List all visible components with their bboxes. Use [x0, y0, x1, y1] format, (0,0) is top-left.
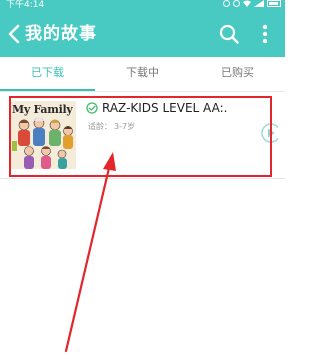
status-bar: 下午4:14: [0, 0, 285, 11]
status-time: 下午4:14: [6, 0, 45, 10]
more-icon[interactable]: [260, 23, 270, 45]
signal-icon: [254, 0, 264, 7]
page-title: 我的故事: [25, 24, 97, 44]
tab-bar: 已下载 下载中 已购买: [0, 57, 285, 91]
app-bar: 我的故事: [0, 11, 285, 57]
do-not-disturb-icon: [233, 0, 240, 7]
back-icon[interactable]: [7, 22, 23, 46]
tab-downloading[interactable]: 下载中: [95, 57, 190, 89]
status-icons: [223, 0, 281, 7]
alarm-icon: [223, 0, 230, 7]
wifi-icon: [243, 0, 251, 7]
tab-purchased[interactable]: 已购买: [190, 57, 285, 89]
highlight-box: [9, 96, 272, 177]
search-icon[interactable]: [218, 23, 240, 45]
battery-icon: [267, 0, 281, 7]
list-divider: [0, 178, 285, 179]
tab-downloaded[interactable]: 已下载: [0, 57, 95, 89]
